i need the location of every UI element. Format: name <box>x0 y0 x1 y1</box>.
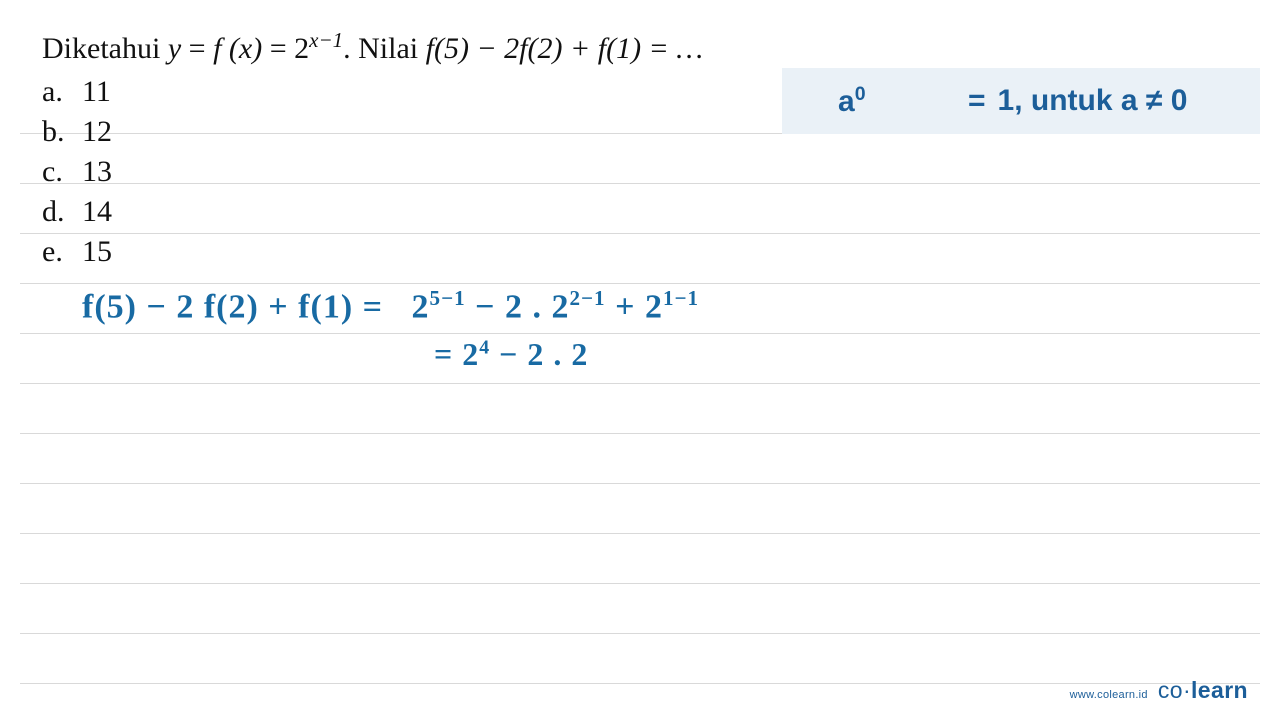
q-after: . Nilai <box>343 32 426 65</box>
option-c-label: c. <box>42 152 68 192</box>
brand-pre: co· <box>1158 677 1191 703</box>
option-e-label: e. <box>42 232 68 272</box>
footer-brand: co·learn <box>1158 677 1248 704</box>
q-eq2: = <box>262 32 294 65</box>
footer: www.colearn.id co·learn <box>1070 677 1248 704</box>
option-d-label: d. <box>42 192 68 232</box>
q-fx: f (x) <box>213 32 262 65</box>
hw1-t2e: 2−1 <box>570 286 606 310</box>
hw1-t3b: 2 <box>645 288 663 325</box>
option-b-value: 12 <box>82 112 112 152</box>
hint-rhs: 1, untuk a ≠ 0 <box>998 84 1188 118</box>
q-prefix: Diketahui <box>42 32 168 65</box>
options-list: a. 11 b. 12 c. 13 d. 14 e. 15 <box>42 72 112 271</box>
hw1-t1b: 2 <box>412 288 430 325</box>
option-e: e. 15 <box>42 232 112 272</box>
hint-base: a <box>838 85 855 118</box>
question-text: Diketahui y = f (x) = 2x−1. Nilai f(5) −… <box>42 28 703 66</box>
q-var-y: y <box>168 32 181 65</box>
option-d: d. 14 <box>42 192 112 232</box>
hw1-t2b: 2 <box>552 288 570 325</box>
option-b: b. 12 <box>42 112 112 152</box>
option-c-value: 13 <box>82 152 112 192</box>
brand-bold: learn <box>1191 677 1248 703</box>
hw2-t1b: 2 <box>462 336 479 372</box>
q-base: 2 <box>294 32 309 65</box>
option-b-label: b. <box>42 112 68 152</box>
hw1-minus: − 2 . <box>475 288 551 325</box>
q-eq1: = <box>181 32 213 65</box>
option-e-value: 15 <box>82 232 112 272</box>
hw2-t1e: 4 <box>479 336 490 358</box>
footer-url: www.colearn.id <box>1070 689 1148 701</box>
option-a: a. 11 <box>42 72 112 112</box>
q-expr: f(5) − 2f(2) + f(1) = … <box>426 32 703 65</box>
hw1-lhs: f(5) − 2 f(2) + f(1) = <box>82 288 393 325</box>
handwritten-line-1: f(5) − 2 f(2) + f(1) = 25−1 − 2 . 22−1 +… <box>82 286 699 326</box>
option-c: c. 13 <box>42 152 112 192</box>
q-exponent: x−1 <box>309 28 343 52</box>
option-a-label: a. <box>42 72 68 112</box>
hw1-plus: + <box>615 288 645 325</box>
hw2-rest: − 2 . 2 <box>499 336 588 372</box>
hint-eq: = <box>968 84 986 118</box>
hw1-t3e: 1−1 <box>663 286 699 310</box>
option-d-value: 14 <box>82 192 112 232</box>
hint-exp: 0 <box>855 83 866 105</box>
hint-lhs: a0 <box>838 83 968 119</box>
handwritten-line-2: = 24 − 2 . 2 <box>434 336 588 373</box>
option-a-value: 11 <box>82 72 111 112</box>
hint-rule-a0: a0 = 1, untuk a ≠ 0 <box>782 68 1260 134</box>
hw2-eq: = <box>434 336 462 372</box>
hw1-t1e: 5−1 <box>430 286 466 310</box>
